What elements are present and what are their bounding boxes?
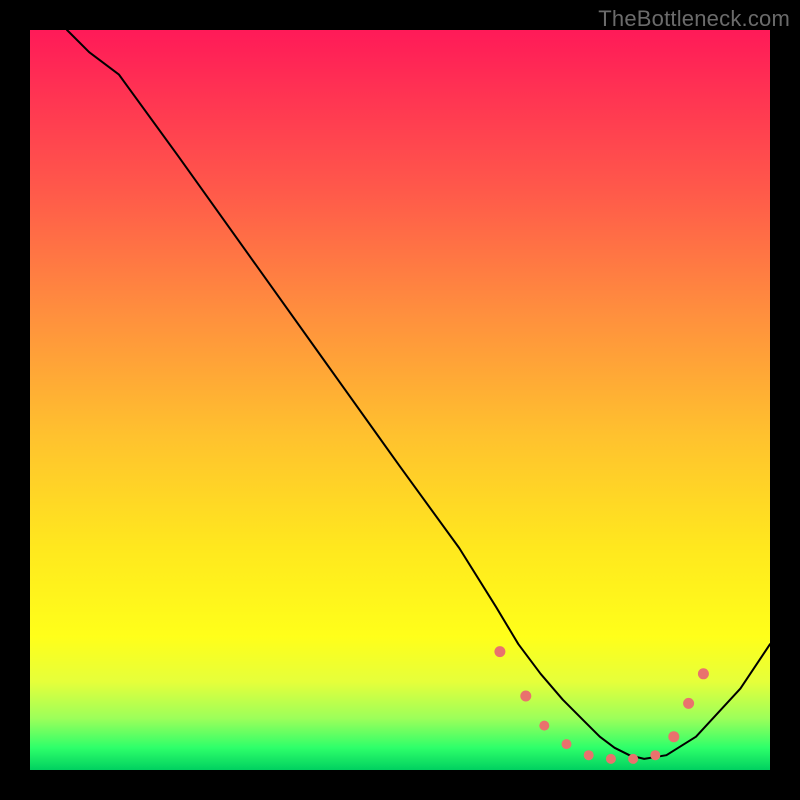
marker-point bbox=[650, 750, 660, 760]
series-curve bbox=[67, 30, 770, 759]
marker-point bbox=[668, 731, 679, 742]
marker-point bbox=[520, 691, 531, 702]
marker-point bbox=[683, 698, 694, 709]
markers-layer bbox=[494, 646, 709, 764]
chart-frame: TheBottleneck.com bbox=[0, 0, 800, 800]
chart-svg bbox=[30, 30, 770, 770]
marker-point bbox=[628, 754, 638, 764]
marker-point bbox=[606, 754, 616, 764]
marker-point bbox=[539, 721, 549, 731]
marker-point bbox=[562, 739, 572, 749]
marker-point bbox=[494, 646, 505, 657]
marker-point bbox=[584, 750, 594, 760]
watermark-text: TheBottleneck.com bbox=[598, 6, 790, 32]
plot-area bbox=[30, 30, 770, 770]
marker-point bbox=[698, 668, 709, 679]
series-layer bbox=[67, 30, 770, 759]
